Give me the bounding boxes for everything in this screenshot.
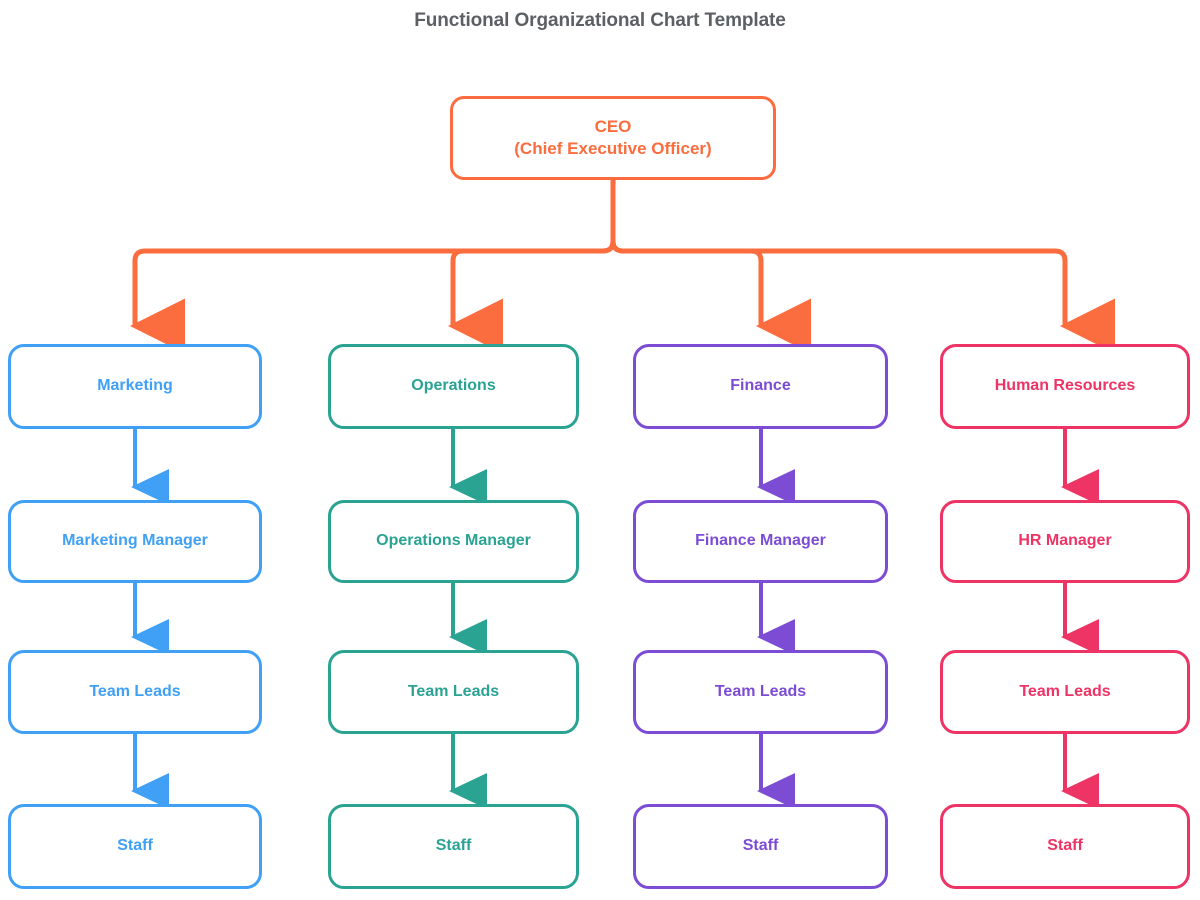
node-ceo-line1: CEO xyxy=(594,116,632,136)
root-branch-path-marketing xyxy=(130,240,616,354)
node-label: Finance xyxy=(730,377,791,395)
node-ceo-line2: (Chief Executive Officer) xyxy=(514,139,712,158)
node-finance-department[interactable]: Finance xyxy=(633,344,888,429)
root-branch-path-human-resources xyxy=(610,240,1115,354)
root-branch-path-operations xyxy=(448,240,616,354)
node-operations-department[interactable]: Operations xyxy=(328,344,579,429)
node-label: Operations Manager xyxy=(376,532,531,550)
node-label: Team Leads xyxy=(1019,682,1111,700)
node-label: Staff xyxy=(1047,837,1083,855)
node-marketing-manager[interactable]: Marketing Manager xyxy=(8,500,262,583)
root-branch-path-finance xyxy=(610,240,811,354)
node-label: Operations xyxy=(411,377,496,395)
node-label: Team Leads xyxy=(89,682,181,700)
node-hr-team-leads[interactable]: Team Leads xyxy=(940,650,1190,734)
node-hr-manager[interactable]: HR Manager xyxy=(940,500,1190,583)
node-operations-manager[interactable]: Operations Manager xyxy=(328,500,579,583)
node-label: Staff xyxy=(435,837,472,855)
node-label: Human Resources xyxy=(994,377,1136,395)
node-operations-staff[interactable]: Staff xyxy=(328,804,579,889)
node-label: Team Leads xyxy=(407,682,500,700)
node-ceo[interactable]: CEO (Chief Executive Officer) xyxy=(450,96,776,180)
node-human-resources-department[interactable]: Human Resources xyxy=(940,344,1190,429)
node-label: Finance Manager xyxy=(695,532,826,550)
node-finance-manager[interactable]: Finance Manager xyxy=(633,500,888,583)
node-marketing-team-leads[interactable]: Team Leads xyxy=(8,650,262,734)
node-marketing-staff[interactable]: Staff xyxy=(8,804,262,889)
node-hr-staff[interactable]: Staff xyxy=(940,804,1190,889)
node-operations-team-leads[interactable]: Team Leads xyxy=(328,650,579,734)
node-label: Staff xyxy=(742,837,779,855)
node-finance-team-leads[interactable]: Team Leads xyxy=(633,650,888,734)
node-label: Team Leads xyxy=(714,682,807,700)
node-finance-staff[interactable]: Staff xyxy=(633,804,888,889)
node-label: HR Manager xyxy=(1018,532,1112,550)
node-label: Marketing xyxy=(97,377,173,395)
node-label: Marketing Manager xyxy=(62,532,208,550)
org-chart-canvas: Functional Organizational Chart Template xyxy=(0,0,1200,900)
node-marketing-department[interactable]: Marketing xyxy=(8,344,262,429)
node-label: Staff xyxy=(117,837,153,855)
